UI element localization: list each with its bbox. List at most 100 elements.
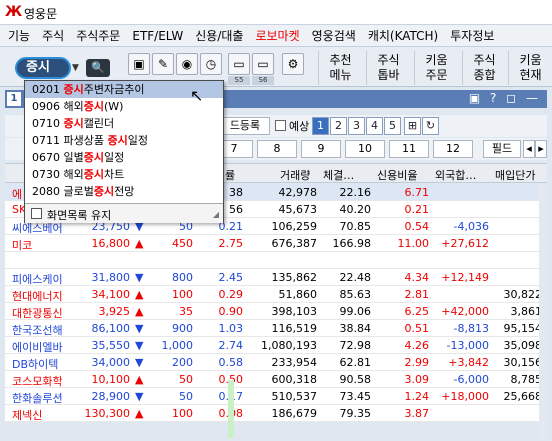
menu-etf-elw[interactable]: ETF/ELW xyxy=(132,29,183,43)
credit-cell: 0.51 xyxy=(404,322,430,335)
stock-overview-button[interactable]: 주식 종합 xyxy=(462,51,506,85)
table-row[interactable] xyxy=(5,252,547,269)
direction-icon: ▲ xyxy=(135,407,144,420)
panel-number: 1 xyxy=(7,92,21,106)
chevron-left-icon[interactable]: ◂ xyxy=(523,140,535,158)
col-strength[interactable]: 체결… xyxy=(323,167,354,183)
sell-cell: 95,154 xyxy=(503,322,543,335)
table-row[interactable]: 코스모화학10,100▲500.50600,31890.583.09-6,000… xyxy=(5,371,547,388)
period-button-10[interactable]: 10 xyxy=(345,140,385,158)
menu-function[interactable]: 기능 xyxy=(8,27,30,44)
brush-icon[interactable]: ✎ xyxy=(152,53,174,75)
table-row[interactable]: 현대에너지 34,100 ▲ 100 0.29 51,860 85.63 2.81 30,822 xyxy=(5,286,547,303)
s6-label: S6 xyxy=(252,76,274,85)
btn-line1: 주식 xyxy=(473,53,496,67)
col-credit[interactable]: 신용비율 xyxy=(377,167,417,183)
strength-cell: 62.81 xyxy=(339,356,372,369)
keep-list-checkbox[interactable] xyxy=(31,208,42,219)
screen-code-input[interactable]: 증시 xyxy=(15,57,71,79)
btn-line1: 추천 xyxy=(329,53,352,67)
rate-cell: 56 xyxy=(229,203,243,216)
rate-cell: 2.74 xyxy=(218,339,244,352)
period-button-8[interactable]: 8 xyxy=(257,140,297,158)
menu-hero-search[interactable]: 영웅검색 xyxy=(312,27,356,44)
vertical-scrollbar[interactable] xyxy=(539,183,547,438)
strength-cell: 22.48 xyxy=(339,271,372,284)
camera-icon[interactable]: ◉ xyxy=(176,53,198,75)
refresh-icon[interactable]: ↻ xyxy=(422,117,439,135)
window-s6-icon[interactable]: ▭ xyxy=(252,53,274,75)
rate-cell: 0.90 xyxy=(218,305,244,318)
menu-stock[interactable]: 주식 xyxy=(42,27,64,44)
col-rate[interactable]: 률 xyxy=(225,167,235,183)
menu-stock-order[interactable]: 주식주문 xyxy=(76,27,120,44)
period-button-11[interactable]: 11 xyxy=(389,140,429,158)
price-cell: 34,000 xyxy=(91,356,131,369)
sell-cell: 30,822 xyxy=(503,288,543,301)
direction-icon: ▼ xyxy=(135,271,144,284)
credit-cell: 1.24 xyxy=(404,390,430,403)
dropdown-item[interactable]: 0710 증시캘린더 xyxy=(25,115,223,132)
table-row[interactable]: 피에스케이 31,800 ▼ 800 2.45 135,862 22.48 4.34 +12,1… xyxy=(5,269,547,286)
dropdown-item[interactable]: 0670 일별증시일정 xyxy=(25,149,223,166)
tab-3[interactable]: 3 xyxy=(348,117,365,135)
menu-credit-loan[interactable]: 신용/대출 xyxy=(195,27,243,44)
volume-cell: 45,673 xyxy=(278,203,318,216)
direction-icon: ▲ xyxy=(135,305,144,318)
change-cell: 1,000 xyxy=(161,339,194,352)
chevron-down-icon[interactable]: ▼ xyxy=(72,59,84,77)
window-s5-icon[interactable]: ▭ xyxy=(228,53,250,75)
table-row[interactable]: 대한광통신 3,925 ▲ 35 0.90 398,103 99.06 6.25 +42,000… xyxy=(5,303,547,320)
item-post: 일정 xyxy=(104,151,125,164)
field-button[interactable]: 필드 xyxy=(483,140,521,158)
table-row[interactable]: 한국조선해 86,100 ▼ 900 1.03 116,519 38.84 0.51 -8,81… xyxy=(5,320,547,337)
resize-grip-icon[interactable]: ◢ xyxy=(213,210,219,219)
item-hit: 증시 xyxy=(107,134,128,147)
dropdown-item[interactable]: 0730 해외증시차트 xyxy=(25,166,223,183)
save-icon[interactable]: ▣ xyxy=(128,53,150,75)
table-row[interactable]: 미코 16,800 ▲ 450 2.75 676,387 166.98 11.00 +27,61… xyxy=(5,235,547,252)
table-row[interactable]: 제넥신130,300▲1000.08186,67979.353.87 xyxy=(5,405,547,422)
register-button[interactable]: 드등록 xyxy=(220,117,270,135)
sell-cell: 35,098 xyxy=(503,339,543,352)
gear-icon[interactable]: ⚙ xyxy=(282,53,304,75)
tab-5[interactable]: 5 xyxy=(384,117,401,135)
table-row[interactable]: 에이비엘바 35,550 ▼ 1,000 2.74 1,080,193 72.98 4.26 -… xyxy=(5,337,547,354)
table-row[interactable]: DB하이텍 34,000 ▼ 200 0.58 233,954 62.81 2.99 +3,84… xyxy=(5,354,547,371)
period-button-9[interactable]: 9 xyxy=(301,140,341,158)
change-cell: 450 xyxy=(172,237,193,250)
chevron-right-icon[interactable]: ▸ xyxy=(535,140,547,158)
panel-window-icons[interactable]: ▣ ? ◻ — xyxy=(469,91,541,105)
col-volume[interactable]: 거래량 xyxy=(280,167,310,183)
menu-katch[interactable]: 캐치(KATCH) xyxy=(368,27,438,44)
item-post: 차트 xyxy=(104,168,125,181)
foreign-cell: -8,813 xyxy=(453,322,489,335)
col-foreign[interactable]: 외국합… xyxy=(435,167,476,183)
price-cell: 10,100 xyxy=(91,373,131,386)
btn-line2: 종합 xyxy=(473,68,496,82)
volume-cell: 510,537 xyxy=(271,390,318,403)
kiwoom-current-button[interactable]: 키움 현재 xyxy=(508,51,552,85)
dropdown-item[interactable]: 2080 글로벌증시전망 xyxy=(25,183,223,200)
dropdown-item[interactable]: 0711 파생상품 증시일정 xyxy=(25,132,223,149)
tab-2[interactable]: 2 xyxy=(330,117,347,135)
item-code: 0670 xyxy=(32,151,60,164)
tab-4[interactable]: 4 xyxy=(366,117,383,135)
item-post: 전망 xyxy=(114,185,135,198)
table-row[interactable]: 한화솔루션28,900▼500.17510,53773.451.24+18,00… xyxy=(5,388,547,405)
direction-icon: ▲ xyxy=(135,237,144,250)
col-sell[interactable]: 매입단가 xyxy=(495,167,535,183)
stock-name: 코스모화학 xyxy=(12,375,63,387)
stock-topbar-button[interactable]: 주식 톱바 xyxy=(366,51,410,85)
tab-1[interactable]: 1 xyxy=(312,117,329,135)
period-button-12[interactable]: 12 xyxy=(433,140,473,158)
menu-invest-info[interactable]: 투자정보 xyxy=(450,27,494,44)
grid-icon[interactable]: ⊞ xyxy=(404,117,421,135)
menu-robo-market[interactable]: 로보마켓 xyxy=(255,27,299,44)
item-code: 0730 xyxy=(32,168,60,181)
clock-icon[interactable]: ◷ xyxy=(200,53,222,75)
expected-checkbox[interactable] xyxy=(275,120,286,131)
recommend-menu-button[interactable]: 추천 메뉴 xyxy=(318,51,362,85)
search-icon[interactable]: 🔍 xyxy=(86,59,110,77)
kiwoom-order-button[interactable]: 키움 주문 xyxy=(414,51,458,85)
